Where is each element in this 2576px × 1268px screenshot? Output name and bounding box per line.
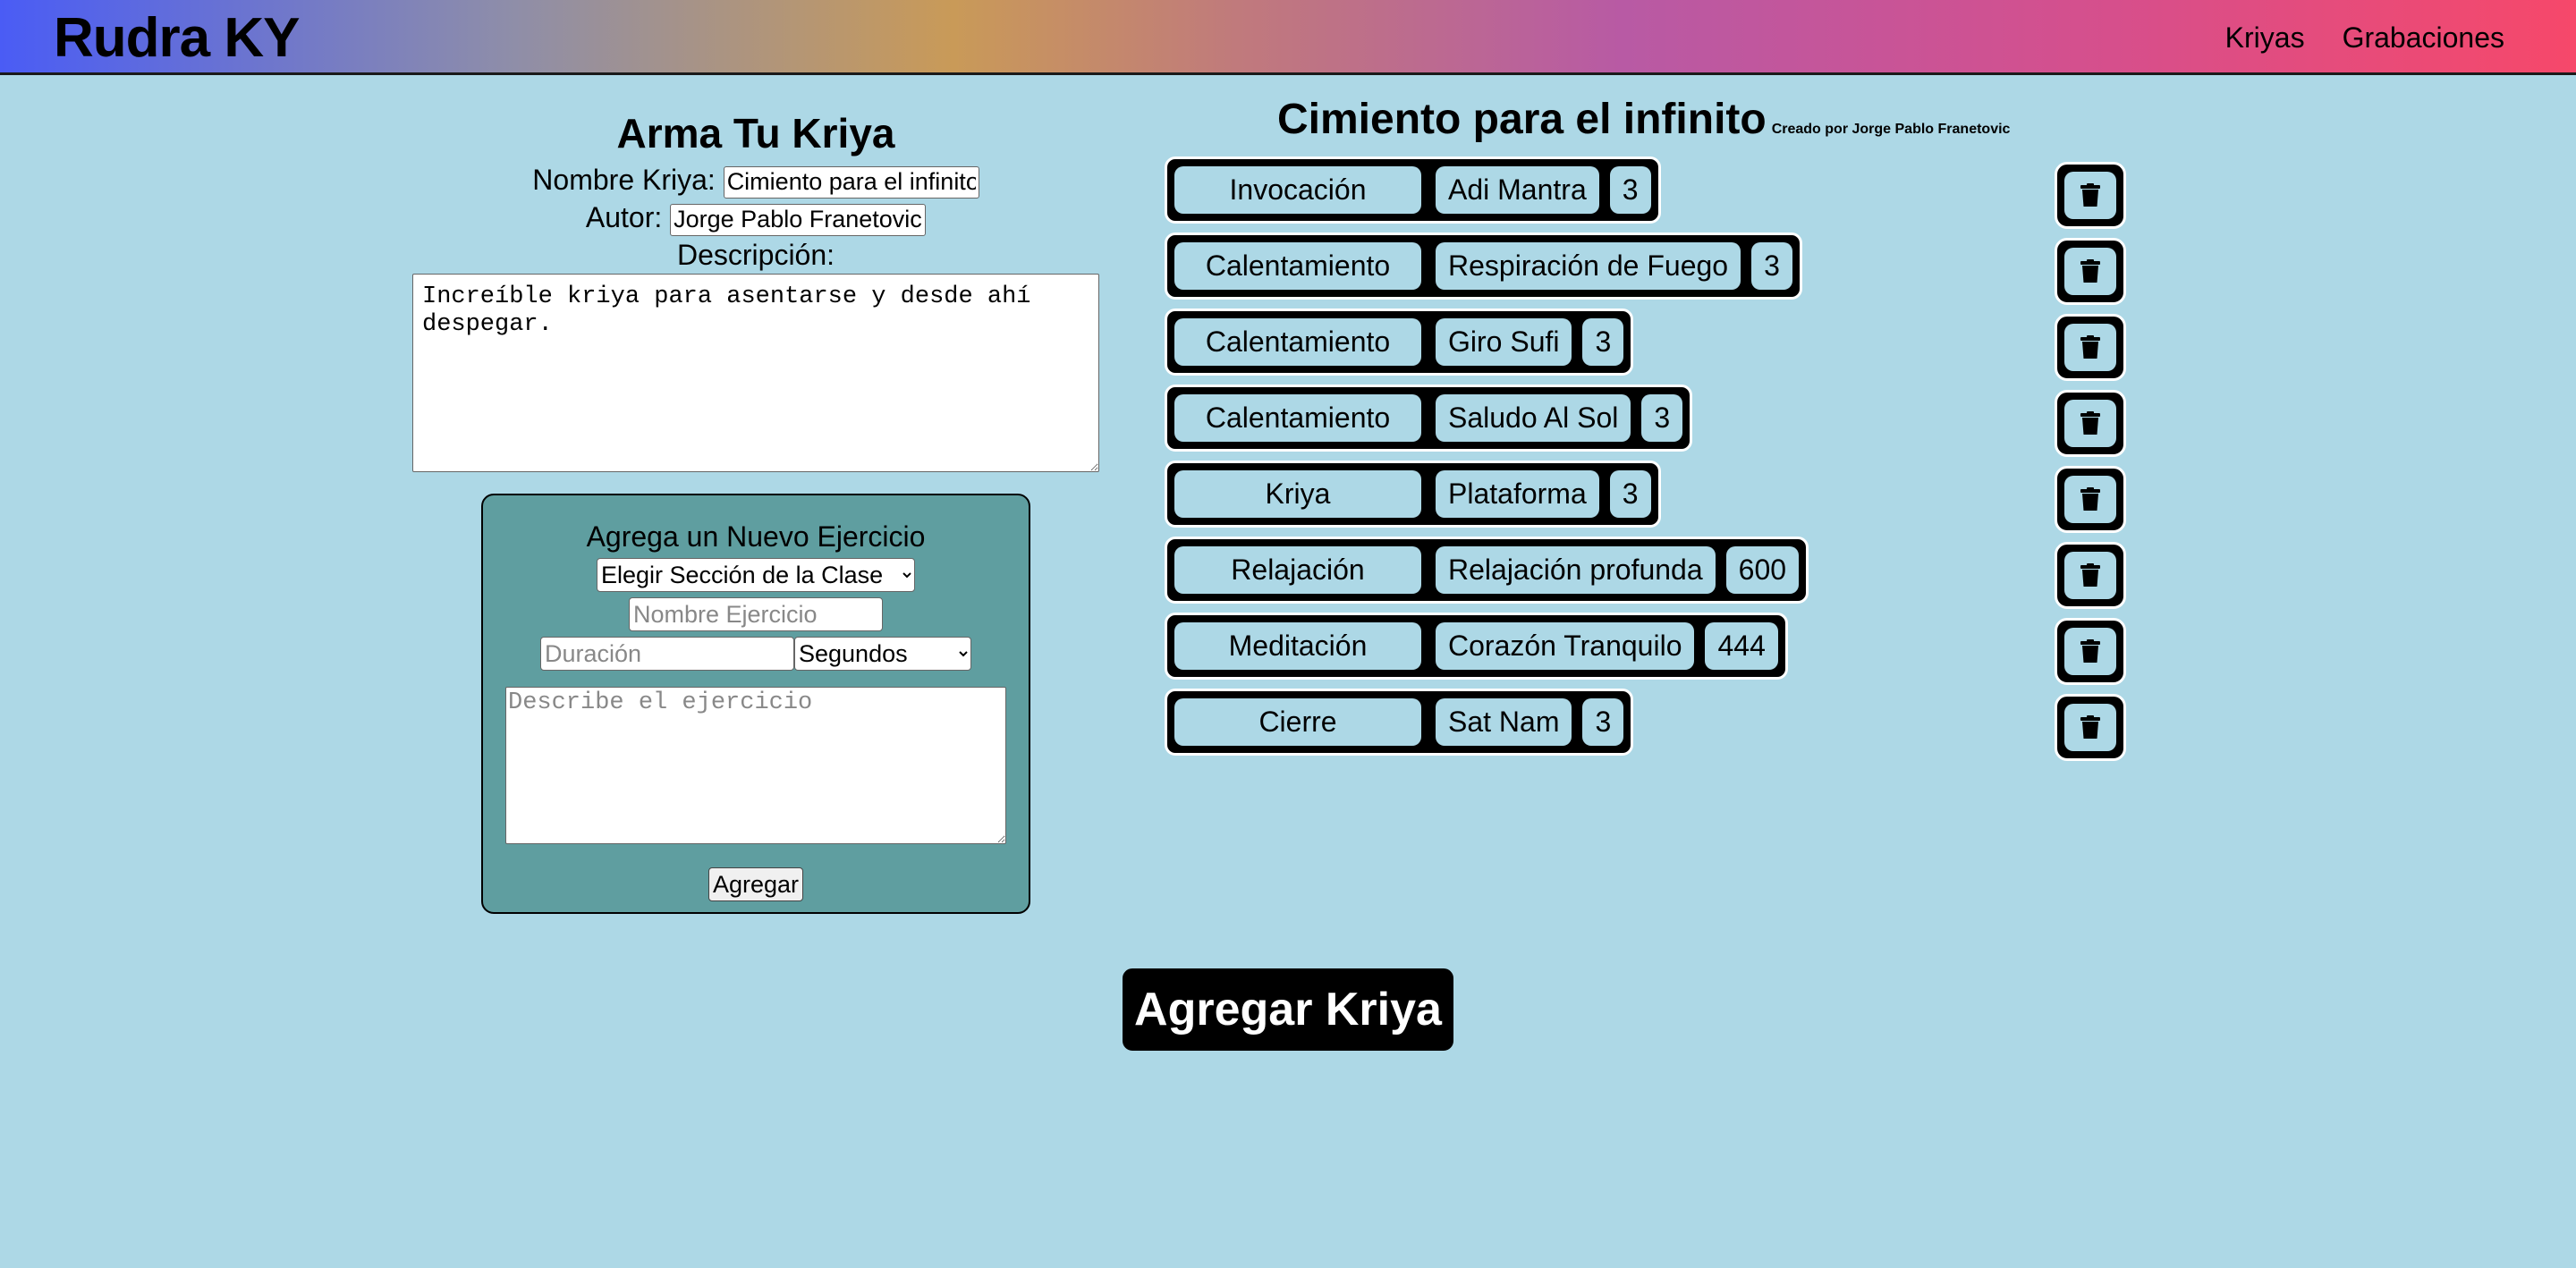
exercise-duration: 600 xyxy=(1725,546,1800,594)
exercise-duration: 3 xyxy=(1641,394,1683,442)
exercise-name: Saludo Al Sol xyxy=(1436,394,1631,442)
kriya-author: Creado por Jorge Pablo Franetovic xyxy=(1771,122,2011,137)
exercise-duration: 3 xyxy=(1582,318,1624,366)
delete-exercise-button[interactable] xyxy=(2055,238,2126,305)
trash-icon xyxy=(2064,552,2116,599)
app-header: Rudra KY Kriyas Grabaciones xyxy=(0,0,2576,75)
trash-icon xyxy=(2064,172,2116,219)
exercise-name: Adi Mantra xyxy=(1436,166,1599,214)
exercise-row[interactable]: Cierre Sat Nam 3 xyxy=(1165,689,1634,756)
exercise-name: Respiración de Fuego xyxy=(1436,242,1741,290)
exercise-section: Invocación xyxy=(1174,166,1421,214)
exercise-name: Corazón Tranquilo xyxy=(1436,622,1695,670)
exercise-duration: 3 xyxy=(1751,242,1792,290)
trash-icon xyxy=(2064,628,2116,675)
exercise-duration: 444 xyxy=(1705,622,1778,670)
new-exercise-title: Agrega un Nuevo Ejercicio xyxy=(586,520,926,553)
duration-row: Segundos xyxy=(483,637,1029,672)
kriya-name-row: Nombre Kriya: xyxy=(411,161,1100,199)
exercise-row[interactable]: Invocación Adi Mantra 3 xyxy=(1165,156,1661,224)
author-row: Autor: xyxy=(411,199,1100,236)
duration-unit-select[interactable]: Segundos xyxy=(794,637,971,671)
new-exercise-panel: Agrega un Nuevo Ejercicio Elegir Sección… xyxy=(481,494,1030,914)
description-textarea[interactable]: Increíble kriya para asentarse y desde a… xyxy=(412,274,1099,472)
add-exercise-button[interactable]: Agregar xyxy=(708,867,804,901)
trash-icon xyxy=(2064,476,2116,523)
delete-exercise-button[interactable] xyxy=(2055,618,2126,685)
nav-grabaciones-link[interactable]: Grabaciones xyxy=(2343,18,2504,57)
exercise-row[interactable]: Calentamiento Respiración de Fuego 3 xyxy=(1165,232,1802,300)
nav-kriyas-link[interactable]: Kriyas xyxy=(2225,18,2305,57)
trash-icon xyxy=(2064,704,2116,751)
brand-logo[interactable]: Rudra KY xyxy=(54,7,300,70)
delete-exercise-button[interactable] xyxy=(2055,542,2126,609)
trash-icon xyxy=(2064,324,2116,371)
exercise-row[interactable]: Kriya Plataforma 3 xyxy=(1165,461,1661,528)
duration-input[interactable] xyxy=(540,637,794,671)
exercise-row[interactable]: Meditación Corazón Tranquilo 444 xyxy=(1165,613,1788,680)
kriya-name-input[interactable] xyxy=(723,165,979,199)
exercise-row[interactable]: Calentamiento Saludo Al Sol 3 xyxy=(1165,385,1693,452)
description-label-row: Descripción: xyxy=(411,236,1100,274)
exercise-name: Plataforma xyxy=(1436,470,1599,518)
author-label: Autor: xyxy=(585,201,663,233)
delete-exercise-button[interactable] xyxy=(2055,390,2126,457)
trash-icon xyxy=(2064,400,2116,447)
delete-exercise-button[interactable] xyxy=(2055,162,2126,229)
exercise-section: Calentamiento xyxy=(1174,242,1421,290)
main-nav: Kriyas Grabaciones xyxy=(2225,18,2504,57)
kriya-form: Arma Tu Kriya Nombre Kriya: Autor: Descr… xyxy=(411,106,1100,472)
add-kriya-button[interactable]: Agregar Kriya xyxy=(1120,966,1456,1053)
exercise-description-textarea[interactable] xyxy=(505,687,1006,844)
exercise-duration: 3 xyxy=(1609,166,1651,214)
trash-icon xyxy=(2064,248,2116,295)
section-select-row: Elegir Sección de la Clase xyxy=(483,558,1029,594)
exercise-name-row xyxy=(483,597,1029,633)
exercise-name-input[interactable] xyxy=(629,597,883,631)
exercise-section: Kriya xyxy=(1174,470,1421,518)
kriya-name-label: Nombre Kriya: xyxy=(532,164,716,196)
exercise-section: Meditación xyxy=(1174,622,1421,670)
description-label: Descripción: xyxy=(676,239,835,271)
exercise-name: Giro Sufi xyxy=(1436,318,1572,366)
delete-exercise-button[interactable] xyxy=(2055,466,2126,533)
exercise-duration: 3 xyxy=(1582,698,1624,746)
exercise-section: Cierre xyxy=(1174,698,1421,746)
exercise-duration: 3 xyxy=(1609,470,1651,518)
author-input[interactable] xyxy=(670,203,927,236)
exercise-section: Calentamiento xyxy=(1174,394,1421,442)
exercise-section: Relajación xyxy=(1174,546,1421,594)
delete-exercise-button[interactable] xyxy=(2055,694,2126,761)
form-title: Arma Tu Kriya xyxy=(616,110,895,156)
delete-exercise-button[interactable] xyxy=(2055,314,2126,381)
section-select[interactable]: Elegir Sección de la Clase xyxy=(597,558,915,592)
exercise-section: Calentamiento xyxy=(1174,318,1421,366)
exercise-name: Sat Nam xyxy=(1436,698,1572,746)
kriya-heading: Cimiento para el infinito Creado por Jorg… xyxy=(1277,93,2010,147)
exercise-name: Relajación profunda xyxy=(1436,546,1716,594)
exercise-row[interactable]: Relajación Relajación profunda 600 xyxy=(1165,537,1809,604)
kriya-title: Cimiento para el infinito xyxy=(1277,96,1767,143)
exercise-row[interactable]: Calentamiento Giro Sufi 3 xyxy=(1165,309,1634,376)
